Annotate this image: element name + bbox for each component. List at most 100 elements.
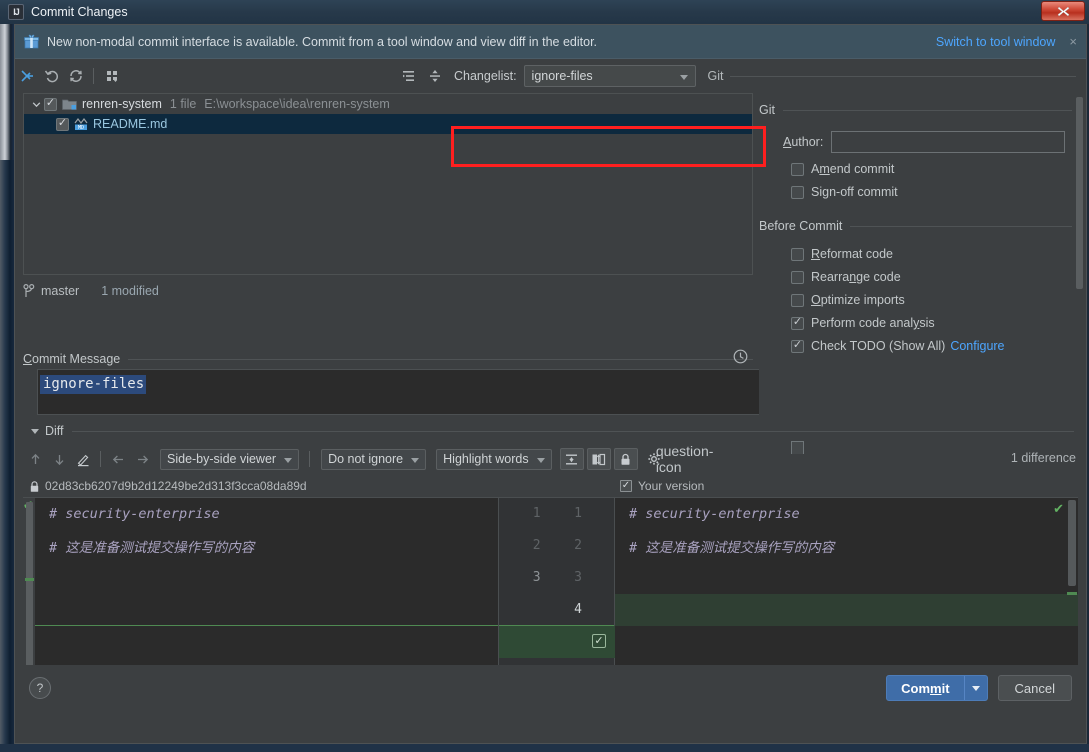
highlight-mode-select[interactable]: Highlight words	[436, 448, 552, 470]
perform-code-analysis-checkbox[interactable]: ✓	[791, 316, 804, 330]
diff-section-divider	[71, 430, 1074, 432]
diff-left-revision: 02d83cb6207d9b2d12249be2d313f3cca08da89d	[45, 479, 307, 493]
diff-right-line-2: # 这是准备测试提交操作写的内容	[629, 540, 835, 556]
arrow-up-icon[interactable]	[23, 448, 47, 470]
your-version-checkbox[interactable]: ✓	[620, 480, 632, 492]
rearrange-code-checkbox[interactable]	[791, 270, 804, 284]
before-commit-group-header: Before Commit	[759, 219, 1086, 233]
amend-commit-checkbox[interactable]	[791, 162, 804, 176]
group-by-icon[interactable]	[102, 65, 124, 87]
optimize-imports-row[interactable]: Optimize imports	[791, 293, 1086, 307]
notification-close-icon[interactable]: ×	[1069, 34, 1077, 49]
help-button[interactable]: ?	[29, 677, 51, 699]
check-icon: ✓	[594, 634, 604, 647]
arrow-right-icon[interactable]	[130, 448, 154, 470]
lock-icon[interactable]	[613, 448, 638, 470]
close-icon	[1057, 6, 1069, 16]
commit-message-divider	[128, 358, 753, 360]
chevron-down-icon	[536, 457, 545, 463]
window-titlebar[interactable]: IJ Commit Changes	[0, 0, 1089, 24]
diff-left-line-2: # 这是准备测试提交操作写的内容	[49, 540, 255, 556]
check-icon: ✓	[792, 339, 803, 351]
signoff-commit-checkbox[interactable]	[791, 185, 804, 199]
collapse-all-icon[interactable]	[424, 65, 446, 87]
tree-checkbox-readme[interactable]: ✓	[56, 117, 69, 131]
commit-message-input[interactable]: ignore-files	[37, 369, 761, 415]
tree-checkbox-root[interactable]: ✓	[44, 97, 57, 111]
desktop-background-bottom	[0, 744, 1089, 752]
author-input[interactable]	[831, 131, 1066, 153]
chevron-down-icon[interactable]	[30, 98, 42, 110]
tree-row-root[interactable]: ✓ renren-system 1 file E:\workspace\idea…	[24, 94, 752, 114]
chevron-down-icon	[679, 75, 688, 80]
left-change-marker	[25, 578, 34, 581]
tree-root-filecount: 1 file	[169, 97, 197, 111]
accept-change-checkbox[interactable]: ✓	[592, 634, 606, 648]
commit-options-panel: Git Author: Amend commit Sign-off commit…	[759, 93, 1086, 415]
rearrange-code-row[interactable]: Rearrange code	[791, 270, 1086, 284]
check-todo-checkbox[interactable]: ✓	[791, 339, 804, 353]
clock-icon[interactable]	[733, 349, 748, 369]
diff-toolbar: Side-by-side viewer Do not ignore Highli…	[23, 443, 1078, 475]
desktop-background-left-lower	[0, 160, 14, 752]
optimize-imports-checkbox[interactable]	[791, 293, 804, 307]
show-diff-icon[interactable]	[17, 65, 39, 87]
gutter-right-num-2: 2	[574, 538, 582, 553]
expand-all-icon[interactable]	[398, 65, 420, 87]
diff-right-line-1: # security-enterprise	[629, 506, 800, 522]
tree-root-path: E:\workspace\idea\renren-system	[204, 97, 390, 111]
reformat-code-row[interactable]: Reformat code	[791, 247, 1086, 261]
diff-toolbar-divider-2	[309, 451, 311, 467]
signoff-commit-label: Sign-off commit	[811, 185, 898, 199]
collapse-unchanged-icon[interactable]	[559, 448, 584, 470]
notification-text: New non-modal commit interface is availa…	[47, 34, 598, 49]
commit-button[interactable]: Commit	[886, 675, 988, 701]
switch-to-tool-window-link[interactable]: Switch to tool window	[936, 35, 1056, 49]
rollback-icon[interactable]	[41, 65, 63, 87]
amend-commit-row[interactable]: Amend commit	[791, 162, 1086, 176]
optimize-imports-label: Optimize imports	[811, 293, 905, 307]
options-scrollbar-thumb[interactable]	[1076, 97, 1083, 289]
pencil-icon[interactable]	[71, 448, 95, 470]
viewer-mode-select[interactable]: Side-by-side viewer	[160, 448, 300, 470]
git-group-label: Git	[707, 69, 724, 83]
question-icon[interactable]: question-icon	[656, 443, 714, 475]
options-partial-row-checkbox[interactable]	[791, 441, 804, 454]
signoff-commit-row[interactable]: Sign-off commit	[791, 185, 1086, 199]
chevron-down-icon[interactable]	[31, 428, 39, 434]
modified-count: 1 modified	[101, 284, 159, 298]
cancel-button[interactable]: Cancel	[997, 675, 1072, 701]
refresh-icon[interactable]	[65, 65, 87, 87]
commit-button-label: Commit	[901, 680, 950, 696]
options-fade-overlay	[759, 401, 1086, 415]
chevron-down-icon	[411, 457, 420, 463]
arrow-down-icon[interactable]	[47, 448, 71, 470]
tree-row-readme[interactable]: ✓ MD README.md	[24, 114, 752, 134]
diff-section-header[interactable]: Diff	[23, 423, 1078, 439]
whitespace-mode-value: Do not ignore	[328, 452, 404, 466]
configure-todo-link[interactable]: Configure	[950, 339, 1004, 353]
reformat-code-checkbox[interactable]	[791, 247, 804, 261]
tree-root-name: renren-system	[82, 97, 162, 111]
whitespace-mode-select[interactable]: Do not ignore	[321, 448, 427, 470]
tree-status-bar: master 1 modified	[23, 281, 753, 301]
check-todo-row[interactable]: ✓ Check TODO (Show All) Configure	[791, 339, 1086, 353]
changelist-select[interactable]: ignore-files	[523, 65, 696, 87]
dialog-window: New non-modal commit interface is availa…	[14, 24, 1087, 744]
check-icon: ✓	[57, 117, 68, 129]
window-close-button[interactable]	[1041, 1, 1085, 21]
gutter-right-num-1: 1	[574, 506, 582, 521]
right-scrollbar-thumb[interactable]	[1068, 500, 1076, 586]
diff-left-line-1: # security-enterprise	[49, 506, 220, 522]
diff-right-line-4	[615, 594, 1078, 626]
gutter-right-num-3: 3	[574, 570, 582, 585]
check-icon: ✓	[45, 97, 56, 109]
perform-code-analysis-row[interactable]: ✓ Perform code analysis	[791, 316, 1086, 330]
changes-tree[interactable]: ✓ renren-system 1 file E:\workspace\idea…	[23, 93, 753, 275]
commit-options-dropdown[interactable]	[965, 685, 987, 691]
notification-banner: New non-modal commit interface is availa…	[15, 25, 1086, 59]
author-label: Author:	[783, 135, 824, 149]
two-column-icon[interactable]	[586, 448, 611, 470]
arrow-left-icon[interactable]	[106, 448, 130, 470]
changes-toolbar: Changelist: ignore-files Git	[15, 59, 1086, 93]
